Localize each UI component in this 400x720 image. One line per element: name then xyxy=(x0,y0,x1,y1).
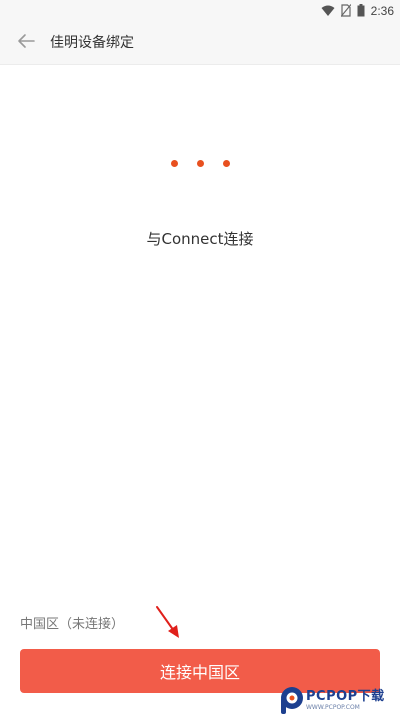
watermark: PCPOP下载 WWW.PCPOP.COM xyxy=(278,682,396,718)
loading-dot xyxy=(196,160,204,167)
loading-dot xyxy=(222,160,230,167)
back-button[interactable] xyxy=(14,31,38,55)
loading-dot xyxy=(170,160,178,167)
page-title: 佳明设备绑定 xyxy=(50,35,134,51)
back-arrow-icon xyxy=(16,33,36,53)
connect-message: 与Connect连接 xyxy=(146,230,254,248)
status-time: 2:36 xyxy=(370,4,394,18)
connect-button-label: 连接中国区 xyxy=(159,663,240,682)
loading-indicator xyxy=(0,158,400,170)
region-status-label: 中国区（未连接） xyxy=(20,617,125,632)
watermark-sub: WWW.PCPOP.COM xyxy=(306,703,360,711)
status-bar: 2:36 xyxy=(0,0,400,22)
status-icons: 2:36 xyxy=(321,3,394,19)
app-header: 佳明设备绑定 xyxy=(0,22,400,65)
watermark-text: PCPOP下载 WWW.PCPOP.COM xyxy=(306,689,385,712)
no-sim-icon xyxy=(340,2,352,21)
wifi-icon xyxy=(321,2,335,21)
battery-icon xyxy=(357,2,365,21)
watermark-main: PCPOP下载 xyxy=(306,688,385,704)
annotation-arrow-icon xyxy=(156,606,179,638)
pcpop-logo-icon xyxy=(281,687,303,714)
